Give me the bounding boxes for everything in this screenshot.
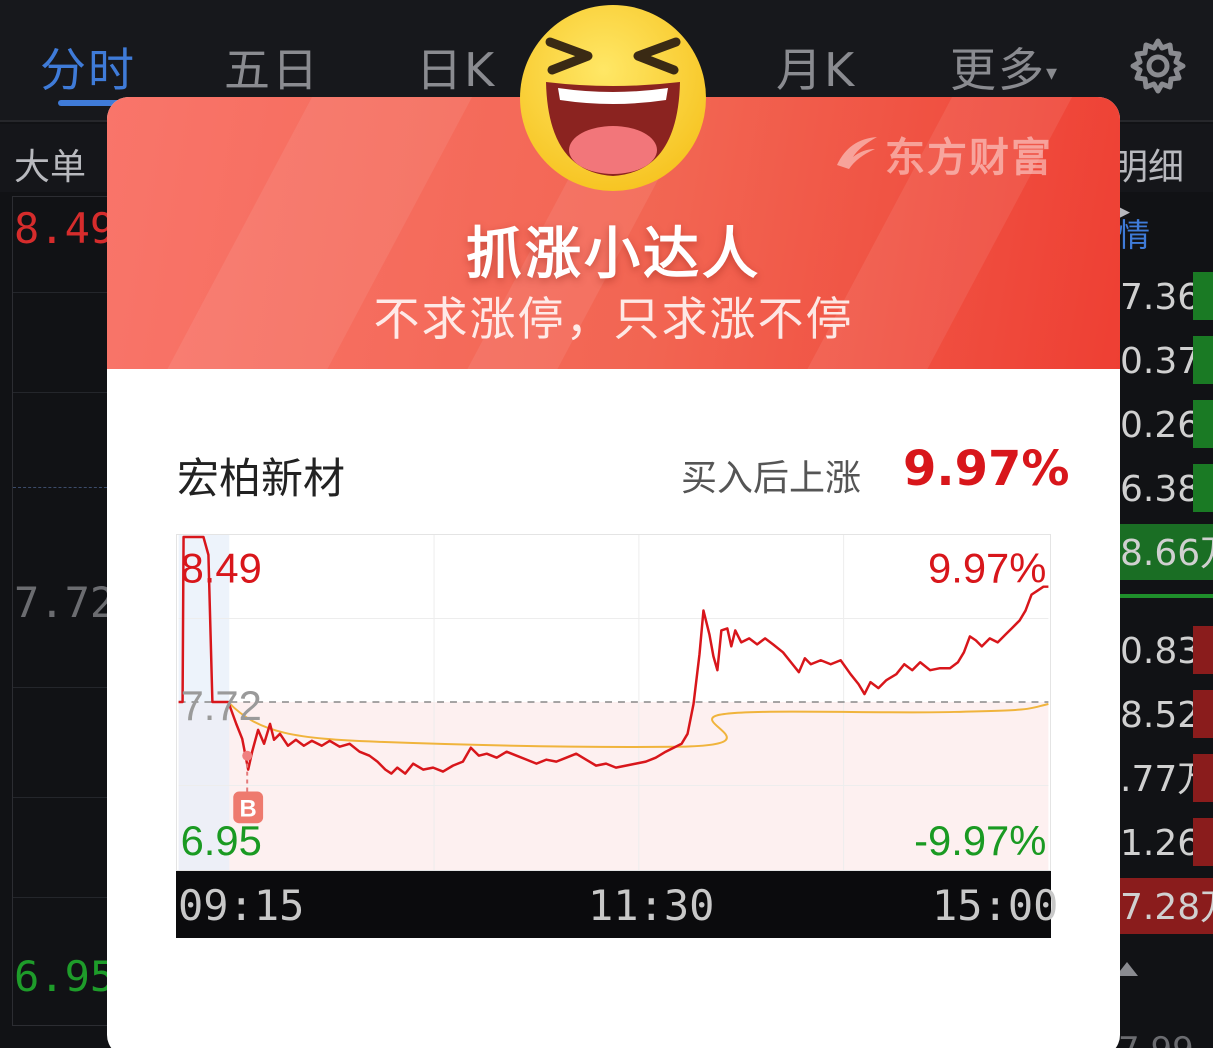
list-item-value: 8.66万 <box>1120 533 1213 574</box>
list-item: 0.37万 <box>1118 332 1213 388</box>
list-item: 6.38万 <box>1118 460 1213 516</box>
tab-more-label: 更多 <box>950 43 1046 97</box>
tab-monthly-k[interactable]: 月K <box>776 34 856 100</box>
grid-line <box>13 292 112 293</box>
list-item-value: 7.28万 <box>1120 887 1213 928</box>
volume-bar <box>1193 626 1213 674</box>
chart-pct-high: 9.97% <box>928 545 1046 592</box>
volume-bar <box>1193 272 1213 320</box>
big-order-label[interactable]: 大单 <box>14 138 86 190</box>
volume-bar <box>1193 818 1213 866</box>
list-item: 0.26万 <box>1118 396 1213 452</box>
laughing-emoji-icon <box>520 5 706 191</box>
volume-bar <box>1193 400 1213 448</box>
list-item: 1.26万 <box>1118 814 1213 870</box>
grid-line <box>13 392 112 393</box>
list-item: 7.36万 <box>1118 268 1213 324</box>
trade-detail-list: 情 7.36万 0.37万 0.26万 6.38万 8.66万 0.83万 8.… <box>1118 196 1213 1048</box>
time-label-open: 09:15 <box>178 881 305 930</box>
grid-line <box>13 897 112 898</box>
bg-price-mid: 7.72 <box>14 578 116 627</box>
brand-logo-icon <box>837 137 877 169</box>
popup-title: 抓涨小达人 <box>466 222 761 287</box>
grid-line <box>13 687 112 688</box>
time-label-close: 15:00 <box>932 881 1059 930</box>
chart-price-base: 7.72 <box>181 682 262 729</box>
chart-price-high: 8.49 <box>181 545 262 592</box>
grid-line <box>13 797 112 798</box>
volume-bar <box>1193 690 1213 738</box>
side-list-header: 情 <box>1118 216 1151 254</box>
gear-icon[interactable] <box>1128 36 1188 96</box>
bg-price-high: 8.49 <box>14 204 116 253</box>
volume-bar <box>1193 336 1213 384</box>
time-axis: 09:15 11:30 15:00 <box>176 871 1058 938</box>
gain-label: 买入后上涨 <box>681 458 862 499</box>
list-item: 7.28万 <box>1118 878 1213 934</box>
chart-pct-low: -9.97% <box>914 817 1046 864</box>
list-item: 8.66万 <box>1118 524 1213 580</box>
caret-down-icon: ▾ <box>1046 61 1060 86</box>
list-item: 8.52万 <box>1118 686 1213 742</box>
brand-logo-text: 东方财富 <box>885 135 1053 181</box>
achievement-popup: 东方财富 抓涨小达人 不求涨停，只求涨不停 宏柏新材 买入后上涨 9.97% B… <box>107 97 1120 1048</box>
chart-price-low: 6.95 <box>181 817 262 864</box>
list-item: .77万 <box>1118 750 1213 806</box>
volume-bar <box>1193 464 1213 512</box>
tab-intraday[interactable]: 分时 <box>40 34 136 100</box>
time-label-midday: 11:30 <box>588 881 715 930</box>
gain-value: 9.97% <box>903 441 1070 497</box>
intraday-chart: B 8.49 7.72 6.95 9.97% -9.97% <box>176 534 1051 871</box>
tab-five-day[interactable]: 五日 <box>224 34 320 100</box>
tab-daily-k[interactable]: 日K <box>416 34 496 100</box>
side-list-bottom-value: 7.99 <box>1118 1030 1194 1048</box>
bg-price-low: 6.95 <box>14 952 116 1001</box>
list-divider <box>1118 594 1213 598</box>
buy-point-dot <box>242 750 253 761</box>
stock-name: 宏柏新材 <box>177 454 346 503</box>
list-item: 0.83万 <box>1118 622 1213 678</box>
tab-more[interactable]: 更多▾ <box>950 34 1059 100</box>
volume-bar <box>1193 754 1213 802</box>
base-price-line <box>13 487 112 488</box>
popup-subtitle: 不求涨停，只求涨不停 <box>373 292 854 346</box>
